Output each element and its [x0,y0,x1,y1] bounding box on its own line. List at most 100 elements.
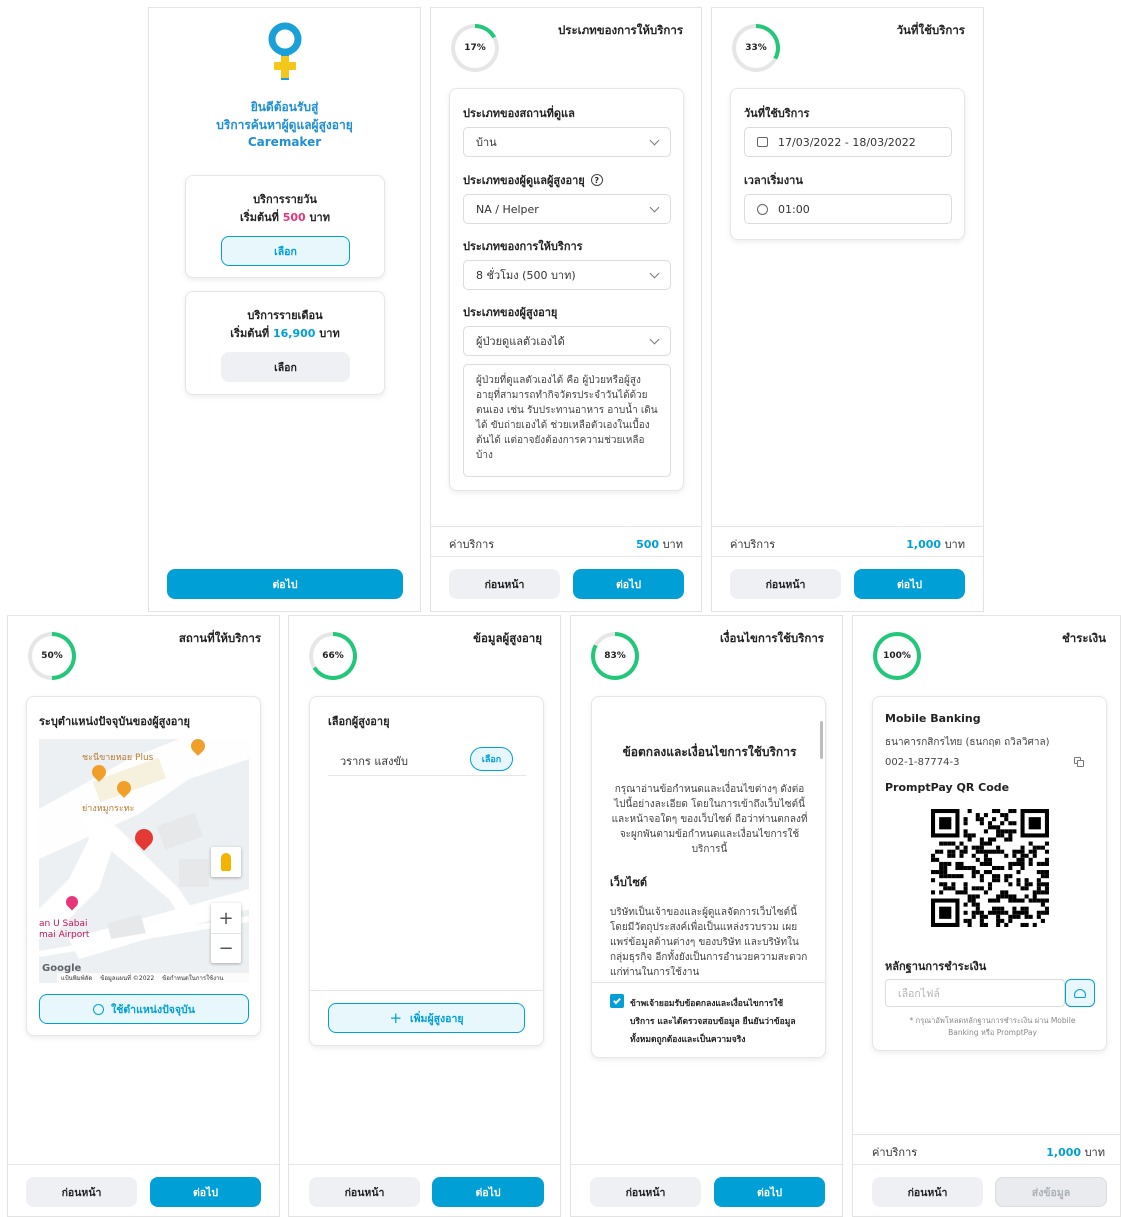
welcome-line2: บริการค้นหาผู้ดูแลผู้สูงอายุ [216,118,353,132]
service-label: ประเภทของการให้บริการ [463,240,583,253]
consent-checkbox[interactable] [610,994,624,1008]
progress-ring: 66% [309,632,357,680]
price-value: 1,000 บาท [906,538,965,551]
back-button[interactable]: ก่อนหน้า [730,569,841,599]
progress-label: 83% [595,636,635,676]
page-title: ข้อมูลผู้สูงอายุ [473,631,542,645]
date-label: วันที่ใช้บริการ [744,107,810,120]
select-daily-button[interactable]: เลือก [221,236,350,266]
compass-icon [93,1003,105,1015]
elder-name: วรากร แสงขับ [340,755,409,768]
progress-label: 17% [455,28,495,68]
back-button[interactable]: ก่อนหน้า [449,569,560,599]
add-elder-button[interactable]: + เพิ่มผู้สูงอายุ [328,1003,525,1033]
page-title: สถานที่ให้บริการ [178,631,261,645]
panel-terms: 83% เงื่อนไขการใช้บริการ ข้อตกลงและเงื่อ… [570,615,843,1217]
progress-ring: 17% [451,24,499,72]
back-button[interactable]: ก่อนหน้า [309,1177,420,1207]
elder-type-label: ประเภทของผู้สูงอายุ [463,306,558,319]
check-icon [613,996,621,1004]
next-button[interactable]: ต่อไป [432,1177,544,1207]
keyboard-shortcuts-link[interactable]: แป้นพิมพ์ลัด [61,973,92,983]
location-card: ระบุตำแหน่งปัจจุบันของผู้สูงอายุ ชะนีขาย… [26,696,261,1036]
brand-name: Caremaker [247,135,322,149]
start-time-field[interactable]: 01:00 [744,194,952,224]
price-label: ค่าบริการ [730,538,776,551]
elder-select-title: เลือกผู้สูงอายุ [328,715,390,728]
map-place-label: ชะนีขายหอย Plus [82,753,154,763]
terms-scroll[interactable]: ข้อตกลงและเงื่อนไขการใช้บริการ กรุณาอ่าน… [592,697,827,982]
file-input[interactable]: เลือกไฟล์ [885,979,1065,1007]
consent-text: ข้าพเจ้ายอมรับข้อตกลงและเงื่อนไขการใช้ บ… [630,999,796,1045]
price-label: ค่าบริการ [449,538,495,551]
use-current-location-button[interactable]: ใช้ตำแหน่งปัจจุบัน [39,994,249,1024]
select-elder-button[interactable]: เลือก [470,747,513,771]
monthly-plan-price: เริ่มต้นที่ 16,900 บาท [230,327,340,340]
progress-ring: 83% [591,632,639,680]
next-button[interactable]: ต่อไป [854,569,965,599]
map[interactable]: ชะนีขายหอย Plus ย่างหมูกระทะ an U Sabai … [39,739,249,983]
map-credit: ข้อมูลแผนที่ ©2022 [100,975,155,982]
next-button[interactable]: ต่อไป [150,1177,261,1207]
promptpay-qr-code [931,809,1049,927]
plus-icon: + [389,1009,403,1027]
monthly-plan-card: บริการรายเดือน เริ่มต้นที่ 16,900 บาท เล… [185,291,385,395]
zoom-in-icon[interactable]: + [211,903,241,933]
website-text: บริษัทเป็นเจ้าของและผู้ดูแลจัดการเว็บไซต… [610,907,808,978]
elder-type-description: ผู้ป่วยที่ดูแลตัวเองได้ คือ ผู้ป่วยหรือผ… [463,364,671,477]
map-terms-link[interactable]: ข้อกำหนดในการใช้งาน [162,973,223,983]
street-view-icon[interactable] [211,847,241,877]
terms-intro: กรุณาอ่านข้อกำหนดและเงื่อนไขต่างๆ ดังต่อ… [611,784,808,855]
next-button[interactable]: ต่อไป [167,569,403,599]
panel-payment: 100% ชำระเงิน Mobile Banking ธนาคารกสิกร… [852,615,1121,1217]
carer-select[interactable]: NA / Helper [463,194,671,224]
upload-button[interactable] [1065,979,1095,1007]
price-label: ค่าบริการ [872,1146,918,1159]
panel-elder-info: 66% ข้อมูลผู้สูงอายุ เลือกผู้สูงอายุ วรา… [288,615,561,1217]
select-monthly-button[interactable]: เลือก [221,352,350,382]
submit-button[interactable]: ส่งข้อมูล [995,1177,1107,1207]
page-title: เงื่อนไขการใช้บริการ [719,631,824,645]
panel-welcome: ยินดีต้อนรับสู่ บริการค้นหาผู้ดูแลผู้สูง… [148,7,421,612]
back-button[interactable]: ก่อนหน้า [590,1177,701,1207]
monthly-plan-title: บริการรายเดือน [247,309,323,322]
service-select[interactable]: 8 ชั่วโมง (500 บาท) [463,260,671,290]
welcome-line1: ยินดีต้อนรับสู่ [250,100,319,114]
page-title: ชำระเงิน [1061,631,1106,645]
chevron-down-icon [649,268,660,278]
place-select[interactable]: บ้าน [463,127,671,157]
promptpay-heading: PromptPay QR Code [885,781,1010,794]
back-button[interactable]: ก่อนหน้า [26,1177,137,1207]
back-button[interactable]: ก่อนหน้า [872,1177,983,1207]
elder-select-card: เลือกผู้สูงอายุ วรากร แสงขับ เลือก + เพิ… [309,696,544,1046]
next-button[interactable]: ต่อไป [714,1177,825,1207]
website-heading: เว็บไซต์ [610,876,648,889]
upload-icon [1074,988,1086,998]
chevron-down-icon [649,334,660,344]
carer-label: ประเภทของผู้ดูแลผู้สูงอายุ ? [463,171,603,189]
progress-ring: 100% [873,632,921,680]
chevron-down-icon [649,202,660,212]
map-place-label: ย่างหมูกระทะ [82,804,135,814]
elder-type-select[interactable]: ผู้ป่วยดูแลตัวเองได้ [463,326,671,356]
account-number: 002-1-87774-3 [885,757,960,768]
copy-icon[interactable] [1074,757,1085,768]
next-button[interactable]: ต่อไป [573,569,684,599]
price-value: 500 บาท [636,538,683,551]
panel-service-location: 50% สถานที่ให้บริการ ระบุตำแหน่งปัจจุบัน… [7,615,280,1217]
terms-heading: ข้อตกลงและเงื่อนไขการใช้บริการ [622,745,797,759]
panel-service-type: 17% ประเภทของการให้บริการ ประเภทของสถานท… [430,7,702,612]
page-title: วันที่ใช้บริการ [896,23,965,37]
page-title: ประเภทของการให้บริการ [558,23,683,37]
clock-icon [757,203,768,215]
date-range-field[interactable]: 17/03/2022 - 18/03/2022 [744,127,952,157]
start-time-label: เวลาเริ่มงาน [744,174,803,187]
scrollbar[interactable] [820,721,823,759]
help-icon[interactable]: ? [590,174,603,186]
zoom-out-icon[interactable]: − [211,933,241,963]
map-place-label: mai Airport [39,930,90,940]
calendar-icon [757,137,768,147]
progress-label: 33% [736,28,776,68]
bank-name: ธนาคารกสิกรไทย (ธนกฤต ถวิลวิศาล) [885,737,1050,748]
caremaker-logo-icon [268,22,302,80]
